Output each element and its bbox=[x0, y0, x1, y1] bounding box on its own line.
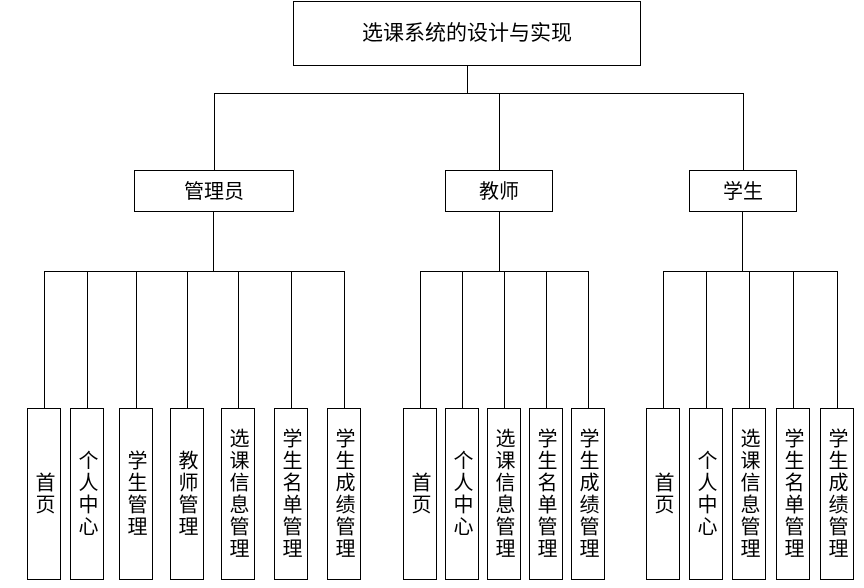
leaf-node-label: 选课信息管理 bbox=[226, 428, 250, 560]
leaf-node-label: 学生名单管理 bbox=[279, 428, 303, 560]
leaf-node-label: 首页 bbox=[651, 472, 675, 516]
leaf-node-label: 学生名单管理 bbox=[781, 428, 805, 560]
leaf-node-label: 学生成绩管理 bbox=[576, 428, 600, 560]
group-node-teacher: 教师 bbox=[445, 170, 553, 212]
leaf-node-label: 个人中心 bbox=[450, 450, 474, 538]
module-structure-diagram: 选课系统的设计与实现 管理员 教师 学生 首页 个人中心 学生管理 教师管理 选… bbox=[0, 0, 864, 588]
leaf-node-label: 学生名单管理 bbox=[534, 428, 558, 560]
root-node-label: 选课系统的设计与实现 bbox=[362, 20, 572, 45]
leaf-node: 学生成绩管理 bbox=[820, 408, 854, 580]
leaf-node-label: 学生成绩管理 bbox=[825, 428, 849, 560]
leaf-node-label: 教师管理 bbox=[175, 450, 199, 538]
leaf-node: 选课信息管理 bbox=[732, 408, 766, 580]
leaf-node: 个人中心 bbox=[70, 408, 104, 580]
leaf-node-label: 选课信息管理 bbox=[737, 428, 761, 560]
leaf-node-label: 学生管理 bbox=[124, 450, 148, 538]
leaf-node-label: 选课信息管理 bbox=[492, 428, 516, 560]
leaf-node: 首页 bbox=[646, 408, 680, 580]
leaf-node: 选课信息管理 bbox=[221, 408, 255, 580]
leaf-node: 学生成绩管理 bbox=[327, 408, 361, 580]
leaf-node: 个人中心 bbox=[689, 408, 723, 580]
group-node-admin: 管理员 bbox=[134, 170, 294, 212]
leaf-node: 学生名单管理 bbox=[529, 408, 563, 580]
leaf-node-label: 学生成绩管理 bbox=[332, 428, 356, 560]
leaf-node: 首页 bbox=[27, 408, 61, 580]
root-node: 选课系统的设计与实现 bbox=[293, 1, 641, 66]
leaf-node: 学生管理 bbox=[119, 408, 153, 580]
leaf-node-label: 个人中心 bbox=[694, 450, 718, 538]
leaf-node-label: 首页 bbox=[408, 472, 432, 516]
group-node-label: 管理员 bbox=[184, 179, 244, 203]
leaf-node: 个人中心 bbox=[445, 408, 479, 580]
group-node-student: 学生 bbox=[689, 170, 797, 212]
leaf-node: 学生名单管理 bbox=[776, 408, 810, 580]
leaf-node: 选课信息管理 bbox=[487, 408, 521, 580]
leaf-node-label: 首页 bbox=[32, 472, 56, 516]
leaf-node: 教师管理 bbox=[170, 408, 204, 580]
leaf-node-label: 个人中心 bbox=[75, 450, 99, 538]
leaf-node: 首页 bbox=[403, 408, 437, 580]
leaf-node: 学生名单管理 bbox=[274, 408, 308, 580]
group-node-label: 学生 bbox=[723, 179, 763, 203]
leaf-node: 学生成绩管理 bbox=[571, 408, 605, 580]
group-node-label: 教师 bbox=[479, 179, 519, 203]
